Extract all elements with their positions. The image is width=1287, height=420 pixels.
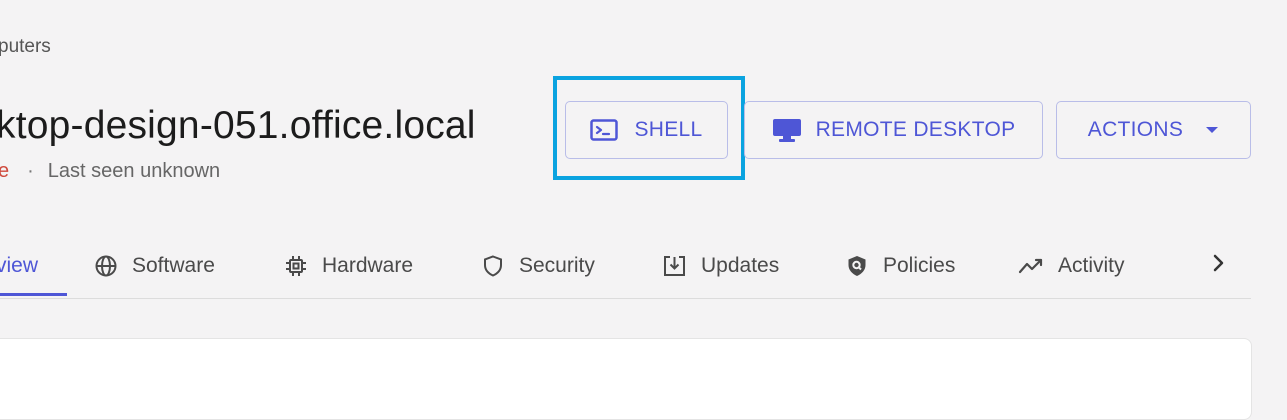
actions-button-label: ACTIONS <box>1087 118 1184 141</box>
tab-software[interactable]: Software <box>94 236 215 296</box>
status-badge: e <box>0 160 10 182</box>
terminal-icon <box>590 118 619 142</box>
tabs-scroll-right-button[interactable] <box>1204 248 1232 278</box>
tab-label: view <box>0 254 39 277</box>
shell-button[interactable]: SHELL <box>565 101 728 159</box>
tab-bar: view Software Hardware Security Updates … <box>0 236 1251 299</box>
tab-security[interactable]: Security <box>481 236 595 296</box>
active-tab-indicator <box>0 293 67 296</box>
last-seen-text: Last seen unknown <box>47 160 221 182</box>
separator-dot: · <box>27 160 34 182</box>
device-status-line: e · Last seen unknown <box>0 160 220 183</box>
tab-label: Hardware <box>322 254 414 277</box>
trend-icon <box>1018 254 1044 278</box>
globe-icon <box>94 254 118 278</box>
remote-desktop-button[interactable]: REMOTE DESKTOP <box>744 101 1043 159</box>
download-icon <box>662 254 687 278</box>
tab-label: Policies <box>883 254 956 277</box>
tab-overview[interactable]: view <box>0 236 38 296</box>
chip-icon <box>284 254 308 278</box>
tab-label: Software <box>132 254 215 277</box>
tab-label: Security <box>519 254 595 277</box>
monitor-icon <box>772 117 802 143</box>
caret-down-icon <box>1205 126 1219 134</box>
tab-label: Activity <box>1058 254 1125 277</box>
tab-hardware[interactable]: Hardware <box>284 236 413 296</box>
breadcrumb[interactable]: puters <box>0 36 51 58</box>
tab-policies[interactable]: Policies <box>845 236 955 296</box>
remote-desktop-button-label: REMOTE DESKTOP <box>815 118 1016 141</box>
tab-activity[interactable]: Activity <box>1018 236 1125 296</box>
actions-dropdown-button[interactable]: ACTIONS <box>1056 101 1251 159</box>
shield-icon <box>481 254 505 278</box>
tab-label: Updates <box>701 254 780 277</box>
chevron-right-icon <box>1211 253 1225 273</box>
tab-updates[interactable]: Updates <box>662 236 779 296</box>
shell-button-label: SHELL <box>634 118 703 141</box>
overview-card <box>0 338 1252 420</box>
page-title: ktop-design-051.office.local <box>0 104 476 147</box>
shield-search-icon <box>845 254 869 278</box>
